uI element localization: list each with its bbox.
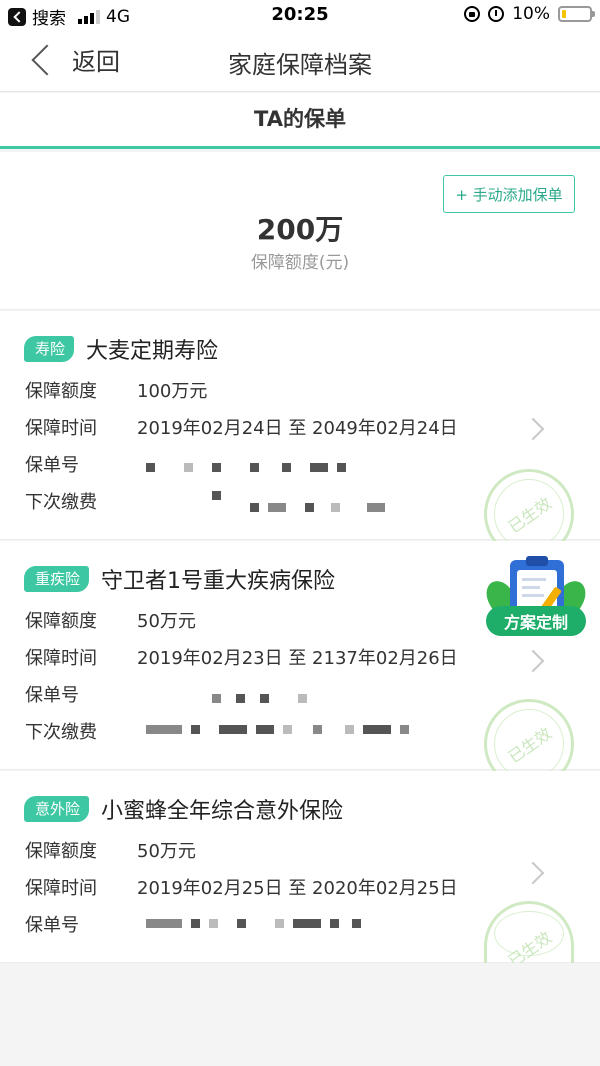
policy-card-accident[interactable]: 意外险 小蜜蜂全年综合意外保险 保障额度 50万元 保障时间 2019年02月2… [0,771,600,963]
period-value: 2019年02月23日 至 2137年02月26日 [137,648,458,669]
policy-header: 寿险 大麦定期寿险 [24,333,218,365]
period-row: 保障时间 2019年02月23日 至 2137年02月26日 [25,644,458,670]
policy-no-row: 保单号 [25,451,137,477]
policy-no-label: 保单号 [25,685,79,706]
coverage-label: 保障额度 [25,841,97,862]
battery-percent: 10% [512,4,550,24]
coverage-row: 保障额度 50万元 [25,607,196,633]
next-payment-row: 下次缴费 [25,488,137,514]
coverage-value: 50万元 [137,611,196,632]
next-payment-row: 下次缴费 [25,718,137,744]
total-coverage-amount: 200万 [256,213,344,246]
page-title: 家庭保障档案 [228,51,372,79]
period-label: 保障时间 [25,418,97,439]
rotation-lock-icon [464,6,481,22]
plan-customize-label: 方案定制 [486,606,586,636]
coverage-summary: + 手动添加保单 200万 保障额度(元) [0,152,600,310]
coverage-row: 保障额度 50万元 [25,837,196,863]
policy-no-label: 保单号 [25,455,79,476]
chevron-right-icon[interactable] [521,417,545,441]
policy-card-life[interactable]: 寿险 大麦定期寿险 保障额度 100万元 保障时间 2019年02月24日 至 … [0,311,600,559]
status-right: 10% [464,4,595,24]
next-payment-label: 下次缴费 [25,492,97,513]
coverage-row: 保障额度 100万元 [25,377,207,403]
next-payment-redacted [212,491,221,500]
policy-type-badge: 意外险 [24,796,90,822]
policy-name: 小蜜蜂全年综合意外保险 [101,799,344,824]
policy-no-row: 保单号 [25,911,137,937]
policy-no-label: 保单号 [25,915,79,936]
policy-type-badge: 寿险 [24,336,75,362]
status-bar: 搜索 4G 20:25 10% [0,0,600,30]
period-value: 2019年02月24日 至 2049年02月24日 [137,418,458,439]
coverage-value: 50万元 [137,841,196,862]
policy-type-badge: 重疾险 [24,566,90,592]
coverage-value: 100万元 [137,381,208,402]
coverage-label: 保障额度 [25,611,97,632]
chevron-right-icon[interactable] [521,861,545,885]
policy-no-redacted [146,463,346,472]
coverage-label: 保障额度 [25,381,97,402]
tab-bar: TA的保单 [0,93,600,149]
period-label: 保障时间 [25,878,97,899]
active-stamp: 已生效 [484,901,574,963]
period-row: 保障时间 2019年02月24日 至 2049年02月24日 [25,414,458,440]
plan-customize-button[interactable]: 方案定制 [480,556,592,656]
period-value: 2019年02月25日 至 2020年02月25日 [137,878,458,899]
policy-header: 重疾险 守卫者1号重大疾病保险 [24,563,335,595]
battery-icon [558,6,595,22]
policy-no-row: 保单号 [25,681,137,707]
next-payment-redacted-2 [250,503,385,512]
total-coverage-label: 保障额度(元) [250,253,350,273]
tab-policies[interactable]: TA的保单 [0,103,600,133]
policy-header: 意外险 小蜜蜂全年综合意外保险 [24,793,343,825]
period-row: 保障时间 2019年02月25日 至 2020年02月25日 [25,874,458,900]
next-payment-redacted [146,725,409,734]
alarm-icon [488,6,505,22]
policy-name: 守卫者1号重大疾病保险 [101,569,336,594]
policy-no-redacted [146,919,361,928]
period-label: 保障时间 [25,648,97,669]
policy-no-redacted [212,694,307,703]
policy-name: 大麦定期寿险 [86,339,219,364]
next-payment-label: 下次缴费 [25,722,97,743]
nav-bar: 返回 家庭保障档案 [0,30,600,92]
